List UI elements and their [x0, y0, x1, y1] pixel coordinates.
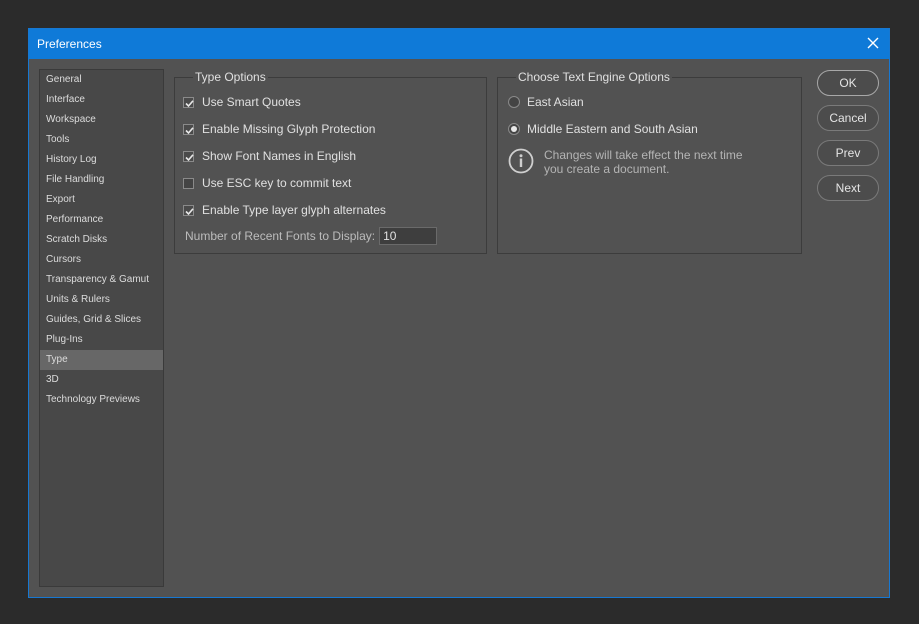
sidebar-item-cursors[interactable]: Cursors: [40, 250, 163, 270]
recent-fonts-row: Number of Recent Fonts to Display:: [185, 227, 438, 245]
preferences-sidebar: General Interface Workspace Tools Histor…: [39, 69, 164, 587]
checkmark-icon: [185, 207, 194, 215]
use-smart-quotes-row: Use Smart Quotes: [183, 95, 301, 109]
sidebar-item-guides-grid-slices[interactable]: Guides, Grid & Slices: [40, 310, 163, 330]
sidebar-item-export[interactable]: Export: [40, 190, 163, 210]
info-icon: [508, 148, 534, 179]
sidebar-item-scratch-disks[interactable]: Scratch Disks: [40, 230, 163, 250]
recent-fonts-input[interactable]: [379, 227, 438, 245]
missing-glyph-checkbox[interactable]: [183, 123, 194, 135]
sidebar-item-technology-previews[interactable]: Technology Previews: [40, 390, 163, 410]
sidebar-item-performance[interactable]: Performance: [40, 210, 163, 230]
title-bar: Preferences: [29, 29, 889, 59]
font-names-english-row: Show Font Names in English: [183, 149, 356, 163]
glyph-alternates-checkbox[interactable]: [183, 204, 194, 216]
middle-eastern-radio[interactable]: [508, 123, 520, 135]
east-asian-label: East Asian: [527, 95, 584, 109]
close-icon[interactable]: [865, 35, 881, 51]
sidebar-item-workspace[interactable]: Workspace: [40, 110, 163, 130]
use-smart-quotes-checkbox[interactable]: [183, 96, 194, 108]
use-smart-quotes-label: Use Smart Quotes: [202, 95, 301, 109]
ok-button[interactable]: OK: [817, 70, 879, 96]
glyph-alternates-row: Enable Type layer glyph alternates: [183, 203, 386, 217]
sidebar-item-history-log[interactable]: History Log: [40, 150, 163, 170]
sidebar-item-general[interactable]: General: [40, 70, 163, 90]
glyph-alternates-label: Enable Type layer glyph alternates: [202, 203, 386, 217]
next-button[interactable]: Next: [817, 175, 879, 201]
type-options-group: Type Options Use Smart Quotes Enable Mis…: [174, 70, 487, 254]
east-asian-row: East Asian: [508, 95, 584, 109]
middle-eastern-row: Middle Eastern and South Asian: [508, 122, 698, 136]
middle-eastern-label: Middle Eastern and South Asian: [527, 122, 698, 136]
preferences-dialog: Preferences General Interface Workspace …: [28, 28, 890, 598]
font-names-english-label: Show Font Names in English: [202, 149, 357, 163]
sidebar-item-interface[interactable]: Interface: [40, 90, 163, 110]
checkmark-icon: [185, 99, 194, 107]
checkmark-icon: [185, 126, 194, 134]
sidebar-item-file-handling[interactable]: File Handling: [40, 170, 163, 190]
cancel-button[interactable]: Cancel: [817, 105, 879, 131]
sidebar-item-units-rulers[interactable]: Units & Rulers: [40, 290, 163, 310]
sidebar-item-plug-ins[interactable]: Plug-Ins: [40, 330, 163, 350]
type-options-legend: Type Options: [193, 70, 268, 84]
info-text-line2: you create a document.: [544, 162, 670, 176]
esc-commit-label: Use ESC key to commit text: [202, 176, 352, 190]
text-engine-group: Choose Text Engine Options East Asian Mi…: [497, 70, 802, 254]
info-message: Changes will take effect the next time y…: [508, 148, 774, 179]
recent-fonts-label: Number of Recent Fonts to Display:: [185, 229, 376, 243]
font-names-english-checkbox[interactable]: [183, 150, 194, 162]
info-text-line1: Changes will take effect the next time: [544, 148, 743, 162]
prev-button[interactable]: Prev: [817, 140, 879, 166]
sidebar-item-transparency-gamut[interactable]: Transparency & Gamut: [40, 270, 163, 290]
esc-commit-checkbox[interactable]: [183, 177, 194, 189]
checkmark-icon: [185, 153, 194, 161]
esc-commit-row: Use ESC key to commit text: [183, 176, 351, 190]
missing-glyph-label: Enable Missing Glyph Protection: [202, 122, 376, 136]
east-asian-radio[interactable]: [508, 96, 520, 108]
sidebar-item-type[interactable]: Type: [40, 350, 163, 370]
sidebar-item-tools[interactable]: Tools: [40, 130, 163, 150]
text-engine-legend: Choose Text Engine Options: [516, 70, 672, 84]
missing-glyph-row: Enable Missing Glyph Protection: [183, 122, 375, 136]
sidebar-item-3d[interactable]: 3D: [40, 370, 163, 390]
window-title: Preferences: [37, 37, 102, 51]
